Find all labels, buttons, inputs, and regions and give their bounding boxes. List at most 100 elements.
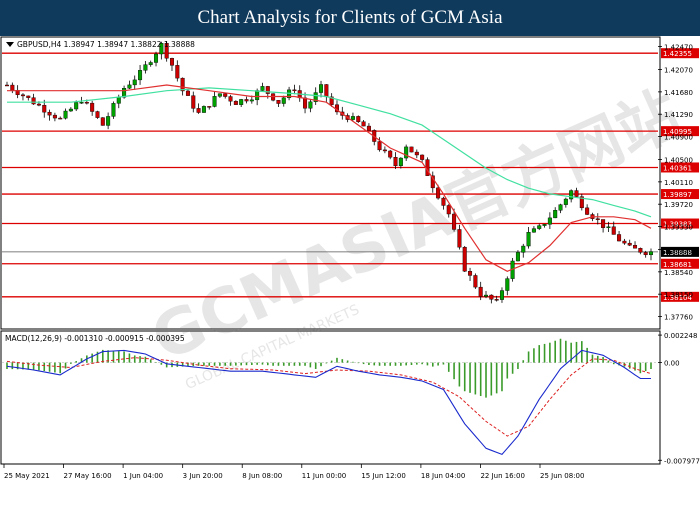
candle-body [505, 278, 510, 291]
candle-body [143, 64, 148, 71]
candle [271, 93, 276, 102]
price-tick-label: 1.38150 [664, 291, 693, 299]
candle-body [201, 106, 206, 113]
time-tick-label: 25 Jun 08:00 [540, 472, 584, 480]
candle-body [138, 70, 143, 81]
candle-body [547, 217, 552, 225]
macd-info-text: MACD(12,26,9) -0.001310 -0.000915 -0.000… [5, 334, 185, 343]
candle-body [148, 62, 153, 65]
candle-body [36, 103, 41, 106]
candle [473, 273, 478, 289]
candle-body [303, 97, 308, 109]
candle-body [132, 79, 137, 86]
macd-tick-label: 0.00 [664, 360, 680, 368]
price-tick-label: 1.42470 [664, 44, 693, 52]
candle [356, 115, 361, 123]
level-price-label: 1.38681 [663, 261, 692, 269]
time-tick-label: 18 Jun 04:00 [421, 472, 465, 480]
candle-body [191, 95, 196, 109]
candle-body [52, 114, 57, 119]
candle [409, 146, 414, 153]
chart-area: GCMASIA官方网站 GLOBAL CAPITAL MARKETS 1.423… [0, 36, 700, 500]
candle [111, 101, 116, 119]
candle-body [356, 116, 361, 122]
candle-body [239, 99, 244, 105]
candle-body [116, 97, 121, 104]
candle-body [42, 105, 47, 113]
macd-tick-label: 0.002248 [664, 332, 697, 340]
time-axis: 25 May 2021 27 May 16:00 1 Jun 04:00 3 Jun … [3, 464, 584, 480]
candle-body [478, 286, 483, 297]
candle-body [223, 93, 228, 97]
candle-body [58, 117, 63, 120]
candle-body [127, 84, 132, 89]
candle [201, 105, 206, 113]
candle-body [521, 245, 526, 253]
candle-body [452, 213, 457, 230]
macd-tick-label: -0.007977 [664, 457, 700, 465]
candle-body [558, 204, 563, 211]
candle-body [569, 190, 574, 200]
candle-body [649, 251, 654, 256]
candle-body [106, 116, 111, 126]
candle-body [95, 111, 100, 118]
candle-body [111, 103, 116, 117]
candle-body [489, 294, 494, 300]
candle [95, 110, 100, 119]
time-tick-label: 15 Jun 12:00 [361, 472, 405, 480]
candle-body [409, 146, 414, 153]
candle-body [260, 86, 265, 91]
candle-body [499, 290, 504, 300]
candle-body [627, 242, 632, 246]
candle-body [457, 229, 462, 248]
time-tick-label: 1 Jun 04:00 [123, 472, 163, 480]
price-tick-label: 1.40500 [664, 157, 693, 165]
price-tick-label: 1.40110 [664, 179, 693, 187]
candle-body [175, 65, 180, 79]
candle-body [398, 157, 403, 167]
candle-body [74, 102, 79, 110]
candle-body [84, 102, 89, 104]
candle-body [244, 99, 249, 102]
candle-body [361, 121, 366, 127]
candle-body [292, 89, 297, 92]
candle-body [542, 224, 547, 226]
candle-body [90, 102, 95, 112]
candle-body [382, 149, 387, 152]
candle-body [255, 90, 260, 101]
candle-body [393, 157, 398, 167]
candle-body [494, 299, 499, 301]
candle-body [638, 248, 643, 253]
candle-body [217, 93, 222, 97]
symbol-info: GBPUSD,H4 1.38947 1.38947 1.38822 1.3888… [6, 40, 195, 49]
time-tick-label: 3 Jun 20:00 [183, 472, 223, 480]
candle-body [553, 210, 558, 219]
candle-body [233, 100, 238, 105]
level-price-label: 1.40361 [663, 164, 692, 172]
candle-body [441, 197, 446, 206]
candle-body [100, 117, 105, 126]
time-tick-label: 11 Jun 00:00 [302, 472, 346, 480]
level-price-label: 1.39897 [663, 191, 692, 199]
candle-body [20, 94, 25, 97]
candle-body [185, 90, 190, 96]
candle-body [249, 99, 254, 102]
candle-body [468, 271, 473, 276]
candle-body [319, 84, 324, 93]
candle-body [26, 95, 31, 98]
candle-body [377, 141, 382, 151]
candle-body [611, 226, 616, 235]
price-tick-label: 1.41680 [664, 89, 693, 97]
candle-body [484, 294, 489, 297]
candle-body [633, 245, 638, 249]
page-title: Chart Analysis for Clients of GCM Asia [197, 7, 503, 28]
candle-body [462, 246, 467, 272]
candle-body [169, 58, 174, 66]
candle-body [4, 84, 9, 87]
time-tick-label: 25 May 2021 [4, 472, 50, 480]
candle-body [420, 154, 425, 160]
time-tick-label: 27 May 16:00 [64, 472, 112, 480]
candle-body [563, 198, 568, 205]
price-tick-label: 1.40900 [664, 134, 693, 142]
time-tick-label: 22 Jun 16:00 [480, 472, 524, 480]
